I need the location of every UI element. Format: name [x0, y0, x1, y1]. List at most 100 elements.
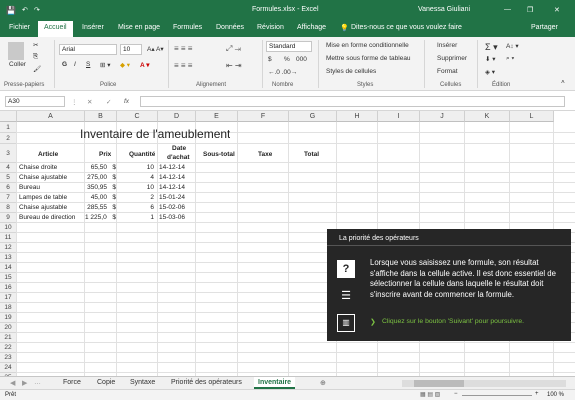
format-table-button[interactable]: Mettre sous forme de tableau: [326, 55, 411, 62]
cell-date[interactable]: 15-01-24: [159, 193, 195, 202]
name-box[interactable]: A30: [5, 96, 65, 107]
cancel-icon[interactable]: ✕: [87, 98, 92, 106]
row-header[interactable]: 1: [0, 122, 17, 133]
column-header[interactable]: E: [196, 111, 238, 122]
grow-font-icon[interactable]: A▴ A▾: [147, 45, 164, 53]
tutorial-next-instruction[interactable]: Cliquez sur le bouton 'Suivant' pour pou…: [382, 318, 524, 325]
copy-icon[interactable]: ⎘: [33, 53, 38, 61]
header-article[interactable]: Article: [38, 150, 58, 159]
sheet-tab-inventaire[interactable]: Inventaire: [254, 377, 296, 389]
format-painter-icon[interactable]: 🖌: [33, 65, 41, 73]
header-date-achat[interactable]: d'achat: [167, 153, 190, 162]
cut-icon[interactable]: ✂: [33, 41, 38, 49]
row-header[interactable]: 21: [0, 333, 17, 343]
function-icon[interactable]: fx: [124, 98, 129, 105]
row-header[interactable]: 2: [0, 133, 17, 144]
exercise-icon[interactable]: ▥: [337, 314, 355, 332]
column-header[interactable]: C: [117, 111, 158, 122]
row-header[interactable]: 7: [0, 193, 17, 203]
row-header[interactable]: 9: [0, 213, 17, 223]
number-format-select[interactable]: Standard: [266, 41, 312, 52]
list-icon[interactable]: ☰: [337, 287, 355, 305]
cell-article[interactable]: Lampes de table: [19, 193, 89, 202]
fill-icon[interactable]: ⬇ ▾: [485, 55, 496, 63]
row-header[interactable]: 8: [0, 203, 17, 213]
paste-icon[interactable]: [8, 42, 24, 60]
cell-prix[interactable]: 275,00: [85, 173, 107, 182]
row-header[interactable]: 16: [0, 283, 17, 293]
add-sheet-icon[interactable]: ⊕: [320, 379, 326, 387]
column-header[interactable]: D: [158, 111, 196, 122]
cell-currency[interactable]: $: [108, 163, 116, 172]
header-total[interactable]: Total: [304, 150, 319, 159]
cell-date[interactable]: 15-03-06: [159, 213, 195, 222]
cell-quantite[interactable]: 6: [117, 203, 154, 212]
view-icons[interactable]: ▦ ▤ ▧: [420, 391, 440, 398]
align-left-icon[interactable]: ≡ ≡ ≡: [174, 61, 192, 70]
row-header[interactable]: 6: [0, 183, 17, 193]
cell-currency[interactable]: $: [108, 173, 116, 182]
column-header[interactable]: I: [378, 111, 420, 122]
insert-cells-button[interactable]: Insérer: [437, 42, 457, 49]
cell-article[interactable]: Bureau de direction: [19, 213, 89, 222]
tab-formules[interactable]: Formules: [173, 24, 202, 31]
cell-quantite[interactable]: 1: [117, 213, 154, 222]
cell-quantite[interactable]: 4: [117, 173, 154, 182]
orientation-icon[interactable]: ⤢ ⇥: [226, 44, 241, 54]
font-size-select[interactable]: 10: [120, 44, 142, 55]
column-header[interactable]: B: [85, 111, 117, 122]
horizontal-scrollbar[interactable]: [402, 380, 566, 387]
next-sheet-icon[interactable]: ▶: [22, 379, 27, 387]
sheet-tab-copie[interactable]: Copie: [97, 379, 115, 386]
cell-prix[interactable]: 1 225,00: [85, 213, 107, 222]
column-header[interactable]: F: [238, 111, 289, 122]
close-icon[interactable]: ✕: [554, 6, 560, 14]
tab-revision[interactable]: Révision: [257, 24, 284, 31]
italic-button[interactable]: I: [74, 61, 76, 68]
decimal-icons[interactable]: ←.0 .00→: [268, 69, 297, 76]
row-header[interactable]: 10: [0, 223, 17, 233]
share-button[interactable]: Partager: [531, 24, 558, 31]
underline-button[interactable]: S: [86, 61, 90, 68]
conditional-format-button[interactable]: Mise en forme conditionnelle: [326, 42, 409, 49]
align-top-icon[interactable]: ≡ ≡ ≡: [174, 44, 192, 53]
sheet-title[interactable]: Inventaire de l'ameublement: [80, 127, 230, 141]
zoom-level[interactable]: 100 %: [547, 392, 564, 398]
zoom-out-icon[interactable]: −: [454, 391, 458, 397]
cell-quantite[interactable]: 2: [117, 193, 154, 202]
zoom-in-icon[interactable]: +: [535, 391, 539, 397]
minimize-icon[interactable]: —: [504, 6, 511, 13]
font-name-select[interactable]: Arial: [59, 44, 117, 55]
delete-cells-button[interactable]: Supprimer: [437, 55, 467, 62]
cell-article[interactable]: Chaise ajustable: [19, 203, 89, 212]
row-header[interactable]: 5: [0, 173, 17, 183]
autosum-icon[interactable]: Σ ▾: [485, 42, 498, 53]
sheet-tab-syntaxe[interactable]: Syntaxe: [130, 379, 155, 386]
cell-date[interactable]: 14-12-14: [159, 163, 195, 172]
cell-prix[interactable]: 285,55: [85, 203, 107, 212]
clear-icon[interactable]: ◈ ▾: [485, 68, 495, 76]
tab-accueil[interactable]: Accueil: [38, 21, 73, 37]
formula-input[interactable]: [140, 96, 565, 107]
tab-inserer[interactable]: Insérer: [82, 24, 104, 31]
tab-fichier[interactable]: Fichier: [9, 24, 30, 31]
cell-currency[interactable]: $: [108, 213, 116, 222]
header-taxe[interactable]: Taxe: [258, 150, 272, 159]
currency-button[interactable]: $: [268, 56, 272, 63]
format-cells-button[interactable]: Format: [437, 68, 458, 75]
percent-button[interactable]: %: [284, 56, 290, 63]
row-header[interactable]: 3: [0, 144, 17, 163]
borders-icon[interactable]: ⊞ ▾: [100, 61, 111, 69]
more-sheets-icon[interactable]: …: [34, 379, 41, 386]
tell-me-input[interactable]: Dites-nous ce que vous voulez faire: [351, 24, 462, 31]
row-header[interactable]: 20: [0, 323, 17, 333]
cell-prix[interactable]: 350,95: [85, 183, 107, 192]
cell-date[interactable]: 15-02-06: [159, 203, 195, 212]
column-header[interactable]: L: [510, 111, 554, 122]
cell-quantite[interactable]: 10: [117, 163, 154, 172]
cell-article[interactable]: Chaise ajustable: [19, 173, 89, 182]
indent-icon[interactable]: ⇤ ⇥: [226, 61, 242, 70]
user-name[interactable]: Vanessa Giuliani: [418, 6, 470, 13]
thousands-button[interactable]: 000: [296, 56, 307, 63]
row-header[interactable]: 24: [0, 363, 17, 373]
